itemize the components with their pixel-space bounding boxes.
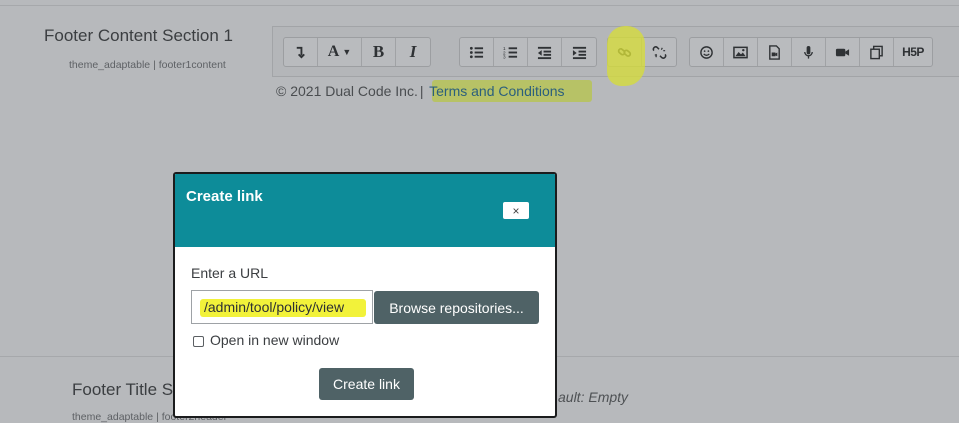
media-button[interactable] xyxy=(758,38,792,66)
image-icon xyxy=(733,46,748,58)
dialog-header: Create link × xyxy=(175,174,555,247)
font-color-button[interactable]: A ▼ xyxy=(318,38,362,66)
setting-title-footer2: Footer Title S xyxy=(72,380,174,399)
separator-text: | xyxy=(419,83,424,99)
h5p-icon: H5P xyxy=(902,45,924,59)
browse-repositories-button[interactable]: Browse repositories... xyxy=(374,291,539,324)
manage-files-button[interactable] xyxy=(860,38,894,66)
unlink-icon xyxy=(652,45,666,59)
font-color-icon: A xyxy=(327,43,340,60)
ordered-list-button[interactable]: 123 xyxy=(494,38,528,66)
toolbar-group-media: H5P xyxy=(689,37,933,67)
setting-subtitle-footer1: theme_adaptable | footer1content xyxy=(69,59,226,71)
copyright-text: © 2021 Dual Code Inc. xyxy=(276,83,418,99)
unlink-button[interactable] xyxy=(642,38,676,66)
svg-text:3: 3 xyxy=(503,54,506,59)
indent-button[interactable] xyxy=(562,38,596,66)
toolbar-group-lists: 123 xyxy=(459,37,597,67)
chevron-down-icon: ▼ xyxy=(342,47,352,57)
h5p-button[interactable]: H5P xyxy=(894,38,932,66)
record-video-icon xyxy=(835,48,850,56)
outdent-icon xyxy=(537,46,552,59)
close-button[interactable]: × xyxy=(503,202,529,219)
record-video-button[interactable] xyxy=(826,38,860,66)
terms-link-text[interactable]: Terms and Conditions xyxy=(429,83,564,99)
image-button[interactable] xyxy=(724,38,758,66)
bold-button[interactable]: B xyxy=(362,38,396,66)
url-input[interactable]: /admin/tool/policy/view xyxy=(191,290,373,324)
url-label: Enter a URL xyxy=(191,265,269,281)
indent-icon xyxy=(572,46,586,59)
unordered-list-icon xyxy=(469,46,484,58)
open-new-window-label[interactable]: Open in new window xyxy=(210,332,339,348)
emoji-icon xyxy=(700,45,713,59)
create-link-button[interactable]: Create link xyxy=(319,368,414,400)
highlight-mark-link-button xyxy=(607,26,645,86)
record-audio-button[interactable] xyxy=(792,38,826,66)
unordered-list-button[interactable] xyxy=(460,38,494,66)
url-input-value: /admin/tool/policy/view xyxy=(204,299,345,315)
italic-button[interactable]: I xyxy=(396,38,430,66)
create-link-dialog: Create link × Enter a URL /admin/tool/po… xyxy=(173,172,557,418)
bold-icon: B xyxy=(372,42,385,61)
ordered-list-icon: 123 xyxy=(503,46,518,59)
outdent-button[interactable] xyxy=(528,38,562,66)
default-value-text: ault: Empty xyxy=(558,389,629,405)
dialog-title: Create link xyxy=(186,188,263,205)
collapse-icon xyxy=(296,46,305,59)
setting-title-footer1: Footer Content Section 1 xyxy=(44,26,234,45)
emoji-button[interactable] xyxy=(690,38,724,66)
manage-files-icon xyxy=(870,45,883,59)
record-audio-icon xyxy=(804,45,813,59)
top-divider xyxy=(0,5,959,6)
italic-icon: I xyxy=(409,42,417,61)
collapse-button[interactable] xyxy=(284,38,318,66)
close-icon: × xyxy=(512,203,520,218)
open-new-window-checkbox[interactable] xyxy=(193,336,204,347)
editor-content[interactable]: © 2021 Dual Code Inc. | Terms and Conditi… xyxy=(276,83,565,99)
toolbar-group-format: A ▼ B I xyxy=(283,37,431,67)
media-icon xyxy=(769,44,780,60)
